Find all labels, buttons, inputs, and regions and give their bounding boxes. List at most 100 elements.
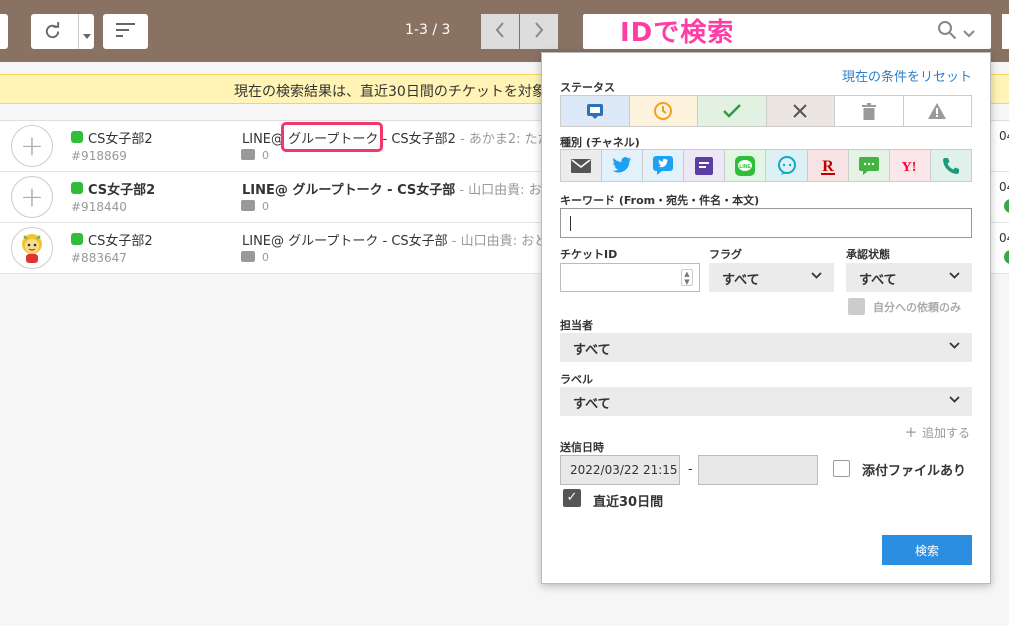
line-icon	[71, 131, 83, 143]
chevron-down-icon	[949, 392, 960, 406]
warning-icon	[928, 103, 947, 119]
toolbar-left-button-edge[interactable]	[0, 14, 8, 49]
attachment-label: 添付ファイルあり	[862, 464, 967, 479]
svg-text:R: R	[822, 158, 834, 175]
self-request-label: 自分への依頼のみ	[873, 301, 961, 314]
ticket-id-label: チケットID	[560, 248, 618, 261]
search-button[interactable]: 検索	[882, 535, 972, 565]
subject-main: LINE@ グループトーク - CS女子部	[242, 234, 448, 249]
search-icon[interactable]	[937, 20, 957, 44]
channel-line-button[interactable]: LINE	[725, 150, 767, 181]
channel-yahoo-button[interactable]: Y!	[889, 150, 931, 181]
check-icon	[722, 104, 741, 118]
channel-label: 種別 (チャネル)	[560, 136, 640, 149]
plus-icon: +	[20, 129, 44, 162]
ticket-subject[interactable]: LINE@ グループトーク - CS女子部 - 山口由貴: お問	[242, 179, 555, 198]
prev-page-button[interactable]	[481, 14, 519, 49]
comment-icon	[241, 149, 255, 160]
date-from-input[interactable]: 2022/03/22 21:15	[560, 455, 680, 485]
approval-label: 承認状態	[846, 248, 890, 261]
text-caret	[570, 216, 571, 231]
ticket-id-input[interactable]: ▲ ▼	[560, 263, 700, 292]
avatar[interactable]: +	[11, 125, 53, 167]
sms-icon	[858, 156, 879, 175]
approval-select[interactable]: すべて	[846, 263, 972, 292]
avatar[interactable]: +	[11, 176, 53, 218]
refresh-button[interactable]	[31, 14, 94, 49]
status-done-button[interactable]	[698, 96, 767, 126]
chevron-down-icon[interactable]	[963, 23, 975, 42]
svg-text:LINE: LINE	[740, 164, 752, 170]
channel-name: CS女子部2	[88, 234, 153, 249]
form-icon	[695, 156, 714, 175]
add-condition-link[interactable]: + 追加する	[905, 423, 970, 441]
recent-30days-label: 直近30日間	[593, 495, 664, 510]
channel-chat-button[interactable]	[766, 150, 808, 181]
chat-icon	[777, 155, 796, 175]
date-from-value: 2022/03/22 21:15	[570, 463, 678, 477]
toolbar-right-edge[interactable]	[1002, 14, 1009, 49]
twitter-icon	[612, 157, 632, 173]
channel-filter: LINE R Y!	[560, 149, 972, 182]
flag-label: フラグ	[709, 248, 742, 261]
status-pending-button[interactable]	[629, 96, 698, 126]
comment-icon	[241, 200, 255, 211]
line-icon: LINE	[735, 155, 756, 176]
subject-preview: - 山口由貴: お問	[455, 183, 555, 198]
status-spam-button[interactable]	[903, 96, 971, 126]
status-trash-button[interactable]	[835, 96, 904, 126]
status-open-button[interactable]	[561, 96, 630, 126]
channel-form-button[interactable]	[684, 150, 726, 181]
date-range-separator: -	[688, 462, 693, 477]
caret-down-icon[interactable]	[83, 25, 91, 44]
channel-sms-button[interactable]	[848, 150, 890, 181]
character-avatar-icon	[22, 234, 42, 263]
ticket-subject[interactable]: LINE@ グループトーク - CS女子部 - 山口由貴: おと	[242, 230, 547, 249]
line-icon	[71, 233, 83, 245]
chevron-right-icon	[533, 21, 545, 43]
subject-preview: - 山口由貴: おと	[447, 234, 548, 249]
highlight-annotation-box	[281, 122, 383, 152]
status-dot	[1004, 199, 1009, 213]
approval-value: すべて	[859, 273, 897, 288]
phone-icon	[942, 157, 959, 174]
flag-select[interactable]: すべて	[709, 263, 834, 292]
label-select[interactable]: すべて	[560, 387, 972, 416]
channel-twitter-dm-button[interactable]	[643, 150, 685, 181]
channel-name: CS女子部2	[88, 183, 156, 198]
chevron-down-icon	[949, 338, 960, 352]
yahoo-icon: Y!	[901, 160, 916, 174]
svg-text:Y!: Y!	[901, 160, 916, 174]
status-closed-button[interactable]	[766, 96, 835, 126]
chevron-left-icon	[494, 21, 506, 43]
reset-conditions-link[interactable]: 現在の条件をリセット	[842, 66, 972, 85]
channel-phone-button[interactable]	[930, 150, 971, 181]
channel-mail-button[interactable]	[561, 150, 603, 181]
keyword-input[interactable]	[560, 208, 972, 238]
date-to-input[interactable]	[698, 455, 818, 485]
sort-button[interactable]	[103, 14, 148, 49]
assignee-select[interactable]: すべて	[560, 333, 972, 362]
refresh-icon	[43, 22, 62, 45]
status-label: ステータス	[560, 81, 615, 94]
clock-icon	[654, 102, 673, 120]
avatar[interactable]	[11, 227, 53, 269]
ticket-id: #918440	[71, 200, 127, 214]
ticket-date: 04	[999, 180, 1009, 194]
ticket-id: #918869	[71, 149, 127, 163]
self-request-checkbox[interactable]	[848, 298, 865, 315]
next-page-button[interactable]	[520, 14, 558, 49]
chevron-down-icon	[949, 268, 960, 282]
number-stepper[interactable]: ▲ ▼	[681, 269, 693, 286]
channel-twitter-button[interactable]	[602, 150, 644, 181]
channel-rakuten-button[interactable]: R	[807, 150, 849, 181]
chevron-down-icon	[811, 268, 822, 282]
recent-30days-checkbox[interactable]: ✓	[563, 489, 581, 507]
search-panel: 現在の条件をリセット ステータス 種別 (チャネル) LINE R Y! キーワ…	[541, 52, 991, 584]
sent-date-label: 送信日時	[560, 441, 604, 454]
keyword-label: キーワード (From・宛先・件名・本文)	[560, 194, 760, 207]
comment-count: 0	[262, 149, 269, 162]
attachment-checkbox[interactable]	[833, 460, 850, 477]
search-annotation-text: IDで検索	[620, 18, 735, 48]
add-condition-label: 追加する	[921, 426, 970, 440]
